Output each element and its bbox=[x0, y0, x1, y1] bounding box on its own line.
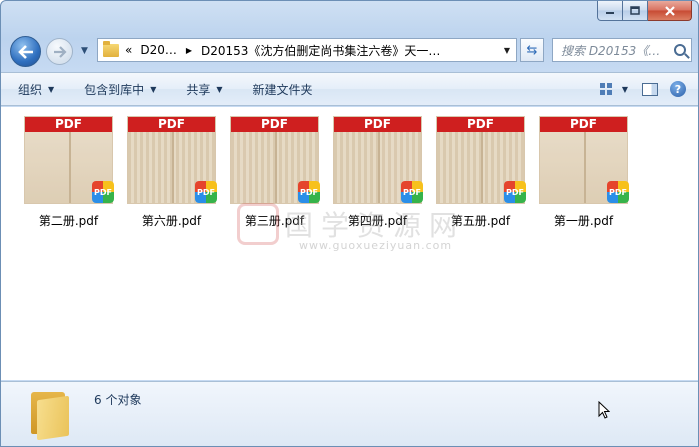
new-folder-button[interactable]: 新建文件夹 bbox=[253, 81, 313, 98]
back-arrow-icon bbox=[17, 44, 33, 59]
file-item[interactable]: PDF PDF 第六册.pdf bbox=[120, 116, 223, 229]
watermark: 国学资源网 www.guoxueziyuan.com bbox=[237, 203, 466, 252]
folder-icon bbox=[103, 40, 119, 57]
include-in-library-label: 包含到库中 bbox=[84, 82, 145, 97]
include-in-library-menu[interactable]: 包含到库中 ▼ bbox=[84, 81, 156, 98]
pdf-banner: PDF bbox=[25, 117, 112, 132]
watermark-seal-icon bbox=[237, 203, 279, 245]
pdf-app-icon: PDF bbox=[92, 181, 114, 203]
close-icon bbox=[664, 5, 675, 16]
breadcrumb-item-current[interactable]: D20153《沈方伯删定尚书集注六卷》天一… bbox=[201, 42, 440, 59]
pdf-banner: PDF bbox=[231, 117, 318, 132]
pdf-app-icon: PDF bbox=[607, 181, 629, 203]
pdf-thumbnail: PDF PDF bbox=[436, 116, 526, 204]
forward-button[interactable] bbox=[46, 38, 73, 65]
new-folder-label: 新建文件夹 bbox=[252, 82, 313, 97]
folder-large-icon bbox=[27, 392, 69, 441]
toolbar-right: ▼ ? bbox=[599, 73, 698, 105]
pdf-app-icon: PDF bbox=[401, 181, 423, 203]
pdf-thumbnail: PDF PDF bbox=[539, 116, 629, 204]
forward-arrow-icon bbox=[53, 45, 67, 58]
minimize-button[interactable] bbox=[597, 1, 623, 21]
breadcrumb: « D20… ▶ D20153《沈方伯删定尚书集注六卷》天一… bbox=[125, 42, 440, 59]
recent-pages-dropdown[interactable]: ▼ bbox=[81, 46, 88, 56]
pdf-banner: PDF bbox=[128, 117, 215, 132]
explorer-window: ▼ « D20… ▶ D20153《沈方伯删定尚书集注六卷》天一… ▼ ⇆ 搜索… bbox=[0, 0, 699, 447]
view-options-icon[interactable] bbox=[599, 83, 612, 95]
close-button[interactable] bbox=[648, 1, 692, 21]
address-dropdown-icon[interactable]: ▼ bbox=[504, 46, 510, 55]
refresh-icon: ⇆ bbox=[526, 42, 538, 58]
pdf-thumbnail: PDF PDF bbox=[333, 116, 423, 204]
file-name: 第一册.pdf bbox=[553, 214, 614, 228]
organize-menu[interactable]: 组织 ▼ bbox=[18, 81, 54, 98]
organize-label: 组织 bbox=[18, 82, 43, 97]
breadcrumb-item-parent[interactable]: D20… bbox=[140, 43, 177, 57]
search-box[interactable]: 搜索 D20153《… bbox=[552, 38, 692, 62]
chevron-down-icon: ▼ bbox=[150, 84, 157, 94]
command-bar: 组织 ▼ 包含到库中 ▼ 共享 ▼ 新建文件夹 ▼ ? bbox=[1, 72, 698, 106]
file-name: 第二册.pdf bbox=[38, 214, 99, 228]
pdf-app-icon: PDF bbox=[504, 181, 526, 203]
share-label: 共享 bbox=[186, 82, 211, 97]
pdf-app-icon: PDF bbox=[298, 181, 320, 203]
breadcrumb-separator-icon[interactable]: ▶ bbox=[186, 46, 192, 55]
pdf-banner: PDF bbox=[437, 117, 524, 132]
watermark-url: www.guoxueziyuan.com bbox=[299, 239, 453, 252]
maximize-icon bbox=[630, 6, 640, 15]
navigation-bar: ▼ « D20… ▶ D20153《沈方伯删定尚书集注六卷》天一… ▼ ⇆ 搜索… bbox=[1, 33, 698, 67]
search-icon bbox=[674, 44, 686, 56]
view-dropdown-icon[interactable]: ▼ bbox=[622, 85, 628, 94]
pdf-thumbnail: PDF PDF bbox=[24, 116, 114, 204]
minimize-icon bbox=[606, 11, 614, 14]
preview-pane-icon[interactable] bbox=[642, 82, 658, 96]
file-item[interactable]: PDF PDF 第二册.pdf bbox=[17, 116, 120, 229]
file-list: PDF PDF 第二册.pdf PDF PDF 第六册.pdf PDF PDF 第三册.pdf P… bbox=[1, 107, 698, 380]
watermark-text: 国学资源网 bbox=[285, 209, 466, 242]
chevron-down-icon: ▼ bbox=[216, 84, 223, 94]
file-item[interactable]: PDF PDF 第一册.pdf bbox=[532, 116, 635, 229]
pdf-thumbnail: PDF PDF bbox=[230, 116, 320, 204]
address-bar[interactable]: « D20… ▶ D20153《沈方伯删定尚书集注六卷》天一… ▼ bbox=[97, 38, 517, 62]
item-count: 6 个对象 bbox=[94, 393, 142, 407]
help-icon[interactable]: ? bbox=[670, 81, 686, 97]
file-name: 第六册.pdf bbox=[141, 214, 202, 228]
share-menu[interactable]: 共享 ▼ bbox=[186, 81, 222, 98]
pdf-app-icon: PDF bbox=[195, 181, 217, 203]
details-pane: 6 个对象 bbox=[1, 381, 698, 446]
back-button[interactable] bbox=[10, 36, 41, 67]
breadcrumb-overflow[interactable]: « bbox=[125, 43, 132, 57]
refresh-button[interactable]: ⇆ bbox=[520, 38, 544, 62]
chevron-down-icon: ▼ bbox=[48, 84, 55, 94]
pdf-thumbnail: PDF PDF bbox=[127, 116, 217, 204]
search-input[interactable]: 搜索 D20153《… bbox=[561, 42, 660, 59]
caption-buttons bbox=[597, 1, 692, 21]
pdf-banner: PDF bbox=[334, 117, 421, 132]
pdf-banner: PDF bbox=[540, 117, 627, 132]
maximize-button[interactable] bbox=[623, 1, 648, 21]
